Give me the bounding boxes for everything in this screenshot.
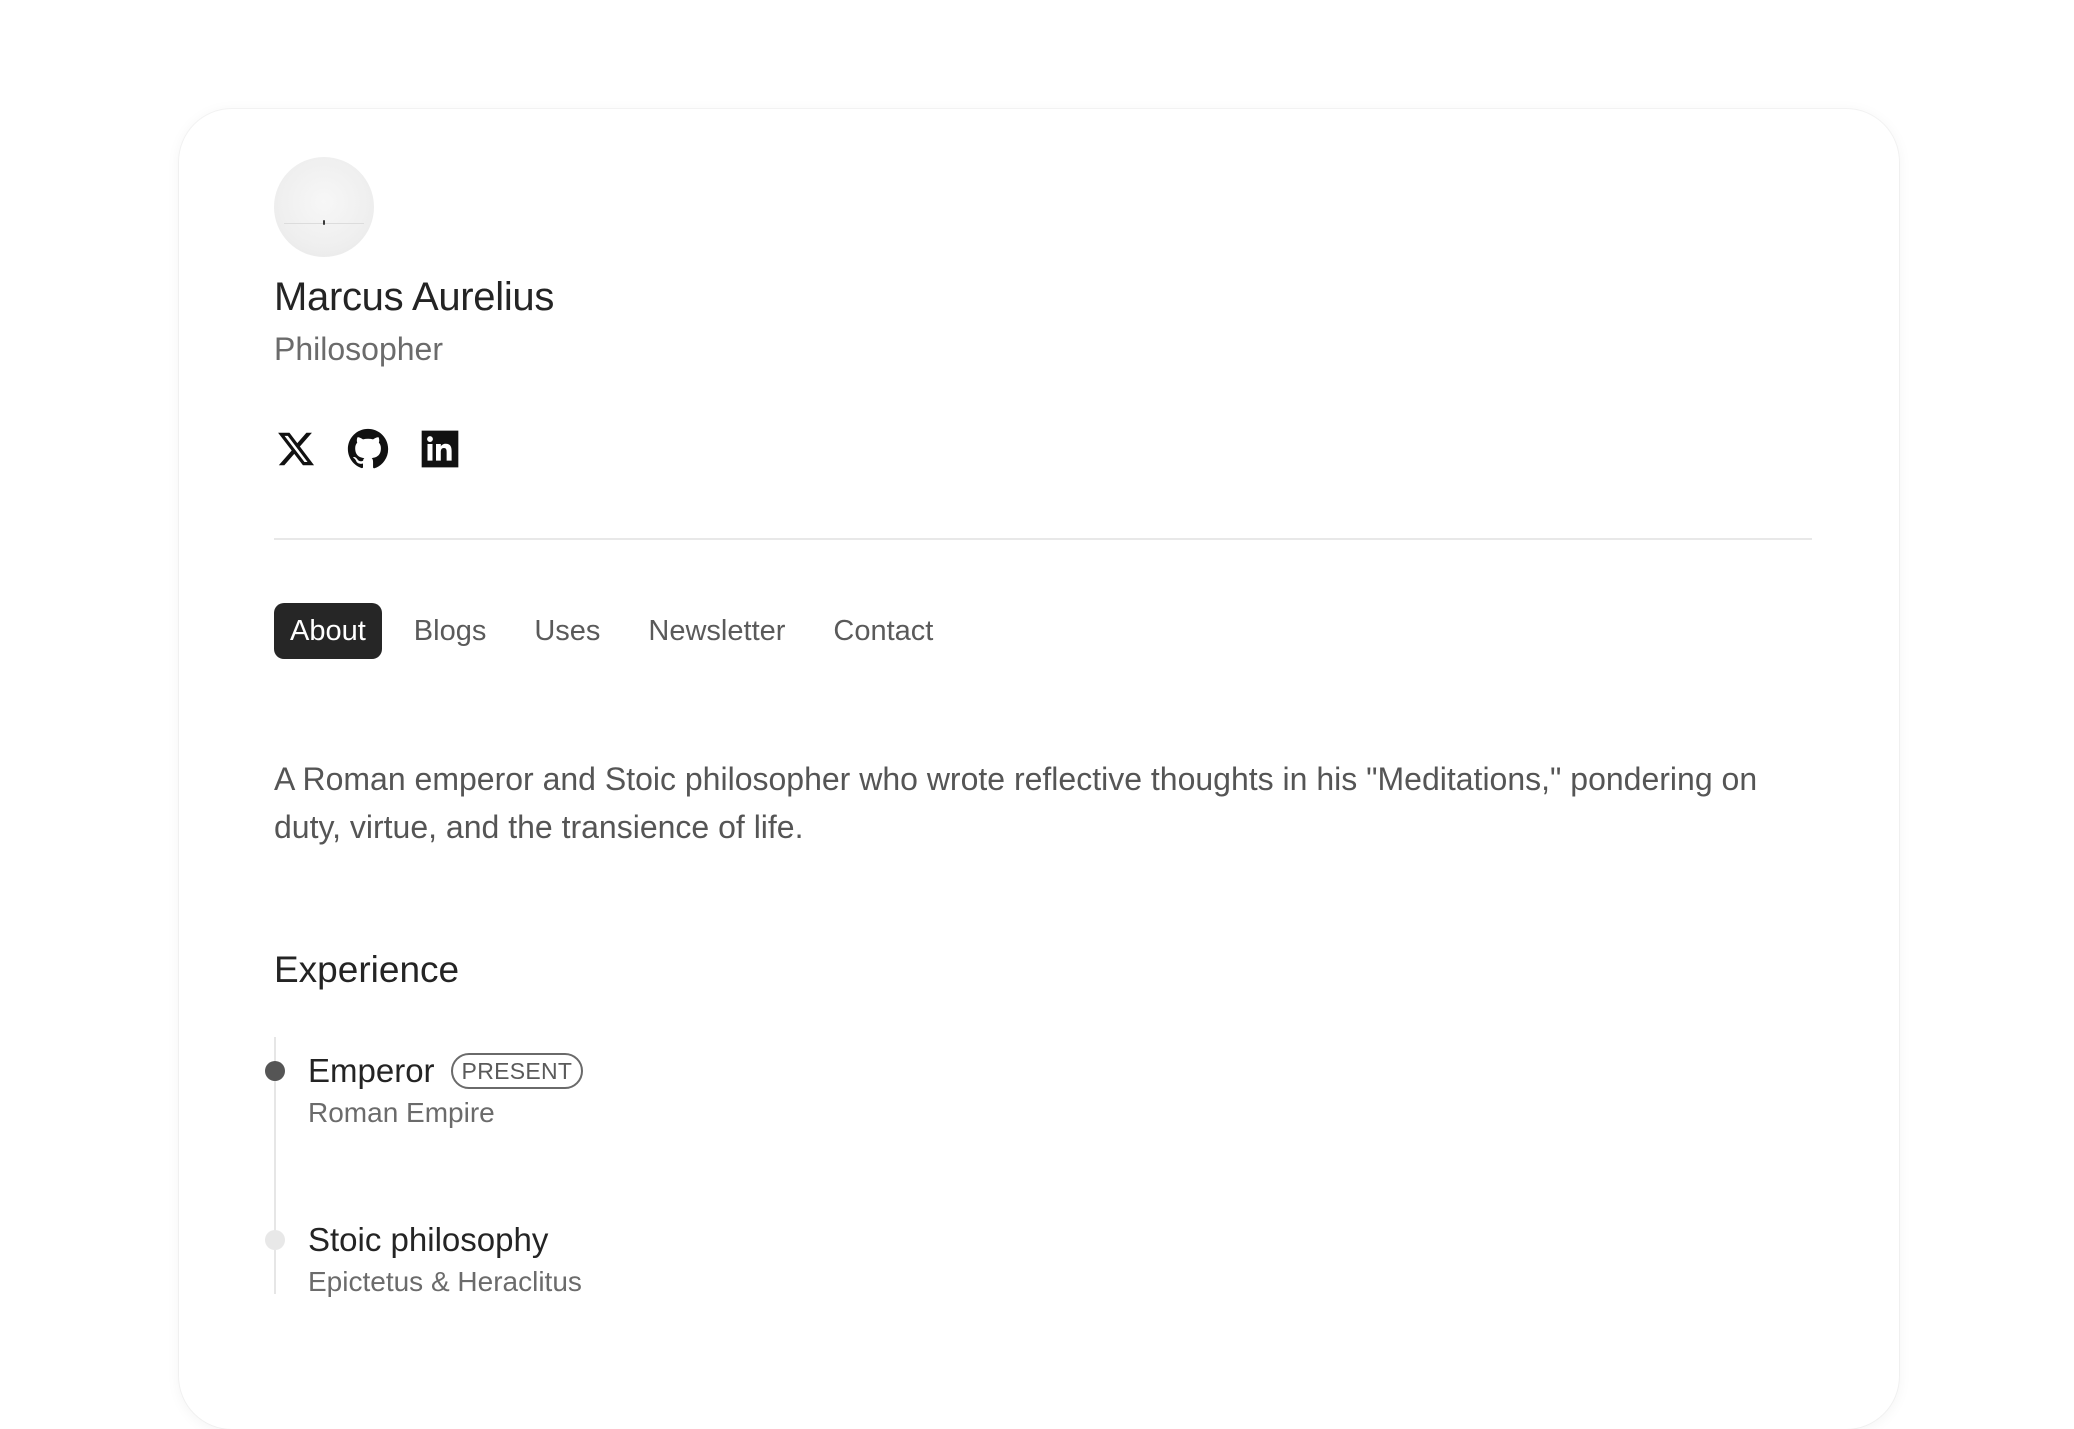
profile-name: Marcus Aurelius bbox=[274, 275, 555, 319]
linkedin-link[interactable] bbox=[418, 427, 462, 471]
tab-newsletter[interactable]: Newsletter bbox=[632, 603, 801, 659]
timeline-dot-current bbox=[265, 1061, 285, 1081]
experience-item: Emperor PRESENT Roman Empire bbox=[308, 1049, 584, 1129]
header-divider bbox=[274, 538, 1812, 540]
experience-item: Stoic philosophy Epictetus & Heraclitus bbox=[308, 1218, 582, 1298]
experience-item-title: Emperor bbox=[308, 1052, 435, 1089]
experience-timeline: Emperor PRESENT Roman Empire Stoic philo… bbox=[265, 1037, 1274, 1298]
timeline-dot bbox=[265, 1230, 285, 1250]
avatar bbox=[274, 157, 374, 257]
present-badge: PRESENT bbox=[450, 1053, 584, 1089]
tab-uses[interactable]: Uses bbox=[518, 603, 616, 659]
experience-heading: Experience bbox=[274, 949, 460, 990]
about-bio: A Roman emperor and Stoic philosopher wh… bbox=[274, 761, 1758, 845]
linkedin-icon bbox=[421, 430, 459, 468]
x-icon bbox=[278, 432, 315, 466]
social-links bbox=[274, 427, 462, 471]
tab-blogs[interactable]: Blogs bbox=[398, 603, 503, 659]
experience-item-subtitle: Roman Empire bbox=[308, 1097, 495, 1128]
avatar-figure bbox=[323, 220, 325, 225]
profile-role: Philosopher bbox=[274, 331, 443, 367]
experience-item-title: Stoic philosophy bbox=[308, 1221, 549, 1258]
github-icon bbox=[347, 428, 389, 469]
x-link[interactable] bbox=[274, 427, 318, 471]
experience-item-title-row: Emperor PRESENT bbox=[308, 1049, 584, 1093]
experience-item-title-row: Stoic philosophy bbox=[308, 1218, 582, 1262]
tab-about[interactable]: About bbox=[274, 603, 382, 659]
nav-tabs: About Blogs Uses Newsletter Contact bbox=[274, 603, 949, 659]
github-link[interactable] bbox=[346, 427, 390, 471]
tab-contact[interactable]: Contact bbox=[817, 603, 949, 659]
experience-item-subtitle: Epictetus & Heraclitus bbox=[308, 1266, 582, 1297]
profile-card: Marcus Aurelius Philosopher About Blogs … bbox=[179, 109, 1899, 1429]
